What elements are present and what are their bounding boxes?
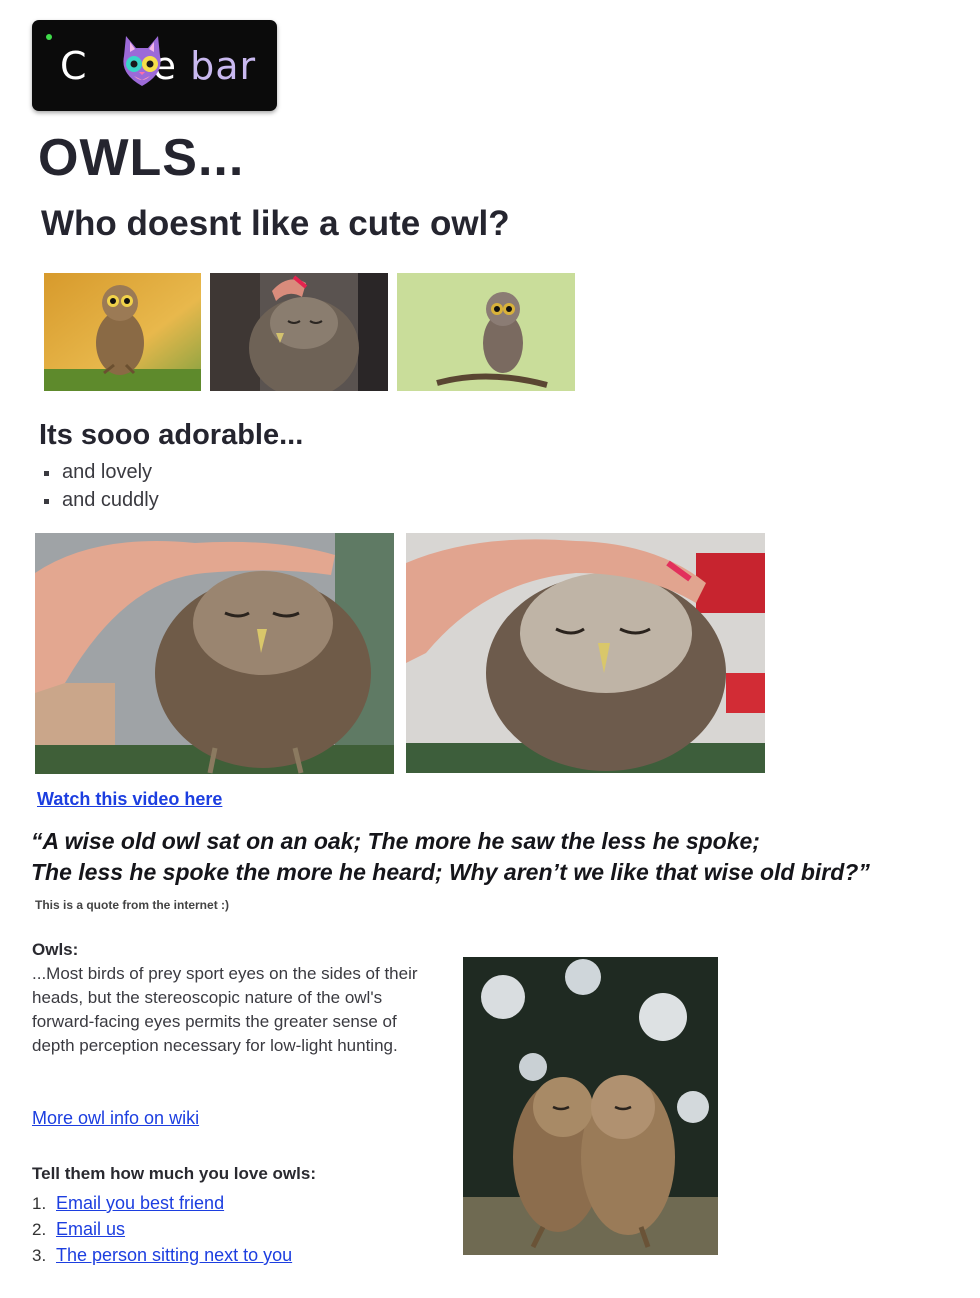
cat-face-icon [123, 36, 161, 86]
adorable-list: and lovely and cuddly [42, 458, 159, 514]
quote-line-2: The less he spoke the more he heard; Why… [31, 859, 870, 885]
owl-photo-branch [397, 273, 575, 391]
list-number: 2. [32, 1220, 47, 1239]
list-item: and lovely [42, 458, 159, 486]
quote-line-1: “A wise old owl sat on an oak; The more … [31, 828, 760, 854]
person-next-to-you-link[interactable]: The person sitting next to you [56, 1245, 292, 1265]
page-subtitle: Who doesnt like a cute owl? [41, 204, 510, 243]
list-number: 1. [32, 1194, 47, 1213]
love-heading: Tell them how much you love owls: [32, 1164, 316, 1183]
email-best-friend-link[interactable]: Email you best friend [56, 1193, 224, 1213]
owl-quote: “A wise old owl sat on an oak; The more … [31, 826, 870, 888]
email-list: 1. Email you best friend 2. Email us 3. The… [32, 1193, 292, 1271]
watch-video-link[interactable]: Watch this video here [37, 789, 222, 810]
list-item: 3. The person sitting next to you [32, 1245, 292, 1271]
owls-cuddling-photo [463, 957, 718, 1255]
quote-source-note: This is a quote from the internet :) [35, 898, 230, 912]
owl-photo-autumn [44, 273, 201, 391]
status-led [46, 34, 52, 40]
list-item: 1. Email you best friend [32, 1193, 292, 1219]
info-body: ...Most birds of prey sport eyes on the … [32, 964, 418, 1055]
codebar-logo[interactable]: Cde bar [32, 20, 277, 111]
email-us-link[interactable]: Email us [56, 1219, 125, 1239]
list-item: and cuddly [42, 486, 159, 514]
list-number: 3. [32, 1246, 47, 1265]
owl-photo-petted [210, 273, 388, 391]
info-heading: Owls: [32, 940, 79, 959]
owl-video-frame-2 [406, 533, 765, 773]
owl-video-frame-1 [35, 533, 394, 774]
wiki-link[interactable]: More owl info on wiki [32, 1108, 199, 1129]
list-item: 2. Email us [32, 1219, 292, 1245]
page-title: OWLS... [38, 129, 245, 187]
section-heading-adorable: Its sooo adorable... [39, 419, 304, 451]
